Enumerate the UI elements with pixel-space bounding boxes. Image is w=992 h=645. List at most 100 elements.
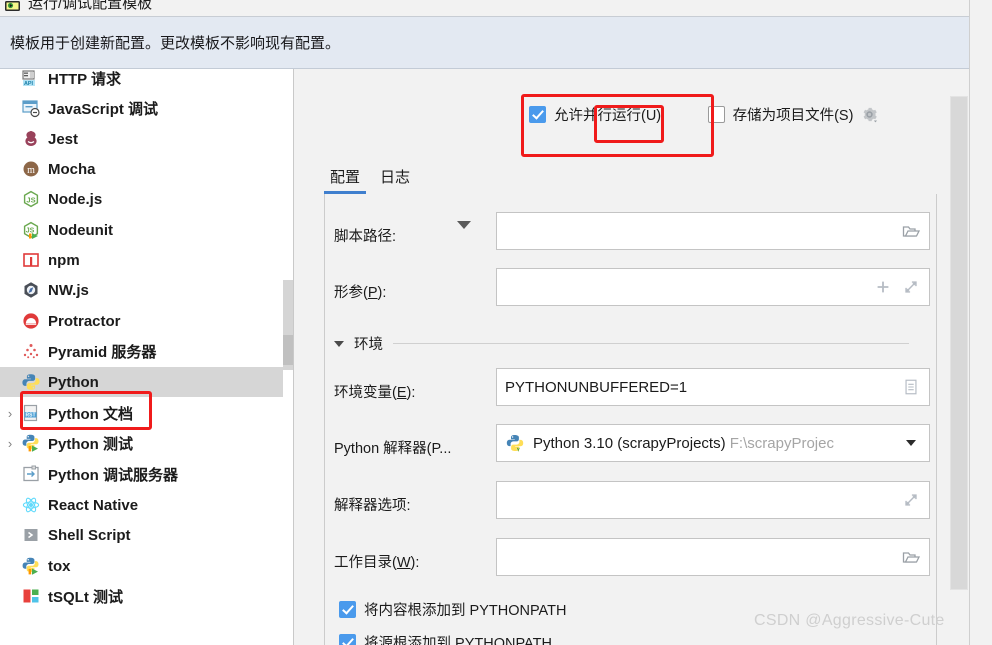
sidebar-item-shell-script[interactable]: Shell Script <box>0 520 293 550</box>
folder-icon[interactable] <box>901 221 921 241</box>
store-as-project-file-label: 存储为项目文件(S) <box>732 108 854 124</box>
window-titlebar: 运行/调试配置模板 <box>0 0 992 17</box>
svg-text:API: API <box>24 81 33 87</box>
python-tests-icon <box>20 433 42 453</box>
script-path-label-row: 脚本路径: <box>334 225 396 246</box>
add-source-roots-checkbox[interactable]: 将源根添加到 PYTHONPATH <box>339 632 552 645</box>
sidebar-item-protractor[interactable]: Protractor <box>0 306 293 336</box>
tsqlt-icon <box>20 586 42 606</box>
sidebar-item-http[interactable]: API HTTP 请求 <box>0 69 293 93</box>
config-tabs[interactable]: 配置 日志 <box>324 161 424 194</box>
add-content-roots-label: 将内容根添加到 PYTHONPATH <box>364 603 567 619</box>
allow-parallel-run-label: 允许并行运行(U) <box>554 108 662 124</box>
store-as-project-file-checkbox[interactable]: 存储为项目文件(S) <box>707 104 879 125</box>
svg-text:JS: JS <box>26 228 35 235</box>
sidebar-item-label: tox <box>48 557 71 575</box>
plus-icon[interactable] <box>873 277 893 297</box>
sidebar-item-tox[interactable]: tox <box>0 551 293 581</box>
sidebar-item-nodeunit[interactable]: JS Nodeunit <box>0 215 293 245</box>
sidebar-item-python[interactable]: › Python 测试 <box>0 428 293 458</box>
sidebar-item-label: Jest <box>48 130 79 148</box>
configuration-form-card <box>324 194 937 645</box>
sidebar-item-python[interactable]: Python <box>0 367 293 397</box>
sidebar-item-pyramid[interactable]: Pyramid 服务器 <box>0 336 293 366</box>
banner-text: 模板用于创建新配置。更改模板不影响现有配置。 <box>10 35 341 52</box>
working-directory-input[interactable] <box>496 538 930 576</box>
run-debug-configuration-templates-dialog: 运行/调试配置模板 模板用于创建新配置。更改模板不影响现有配置。 API HTTP… <box>0 0 992 645</box>
top-options-row: 允许并行运行(U) 存储为项目文件(S) <box>529 104 979 134</box>
sidebar-item-label: JavaScript 调试 <box>48 100 159 118</box>
allow-parallel-run-checkbox-box[interactable] <box>529 106 546 123</box>
svg-text:JS: JS <box>26 196 35 205</box>
python-docs-rst-icon: RST <box>20 403 42 423</box>
sidebar-item-label: Shell Script <box>48 526 131 544</box>
add-source-roots-checkbox-box[interactable] <box>339 634 356 645</box>
list-edit-icon[interactable] <box>901 377 921 397</box>
environment-section-title: 环境 <box>354 337 383 353</box>
sidebar-item-tsqlt[interactable]: tSQLt 测试 <box>0 581 293 611</box>
nodejs-icon: JS <box>20 189 42 209</box>
sidebar-item-label: NW.js <box>48 281 89 299</box>
sidebar-item-label: Nodeunit <box>48 221 113 239</box>
left-scrollbar-thumb-hover[interactable] <box>283 335 293 365</box>
script-path-input[interactable] <box>496 212 930 250</box>
working-directory-label-row: 工作目录(W): <box>334 551 419 572</box>
sidebar-item-javascript[interactable]: JavaScript 调试 <box>0 93 293 123</box>
interpreter-options-input[interactable] <box>496 481 930 519</box>
right-scrollbar-thumb[interactable] <box>950 96 968 590</box>
tab-logs[interactable]: 日志 <box>374 161 416 194</box>
chevron-down-icon[interactable] <box>334 340 344 347</box>
env-vars-label: 环境变量(E): <box>334 385 416 401</box>
store-as-project-file-checkbox-box[interactable] <box>707 106 725 123</box>
svg-text:RST: RST <box>26 412 36 418</box>
tab-configuration[interactable]: 配置 <box>324 161 367 194</box>
sidebar-item-label: Pyramid 服务器 <box>48 343 157 361</box>
script-path-label: 脚本路径: <box>334 229 397 245</box>
interpreter-dropdown[interactable]: Python 3.10 (scrapyProjects) F:\scrapyPr… <box>496 424 930 462</box>
http-request-icon: API <box>20 69 42 88</box>
sidebar-item-jest[interactable]: Jest <box>0 124 293 154</box>
section-divider <box>393 343 909 344</box>
sidebar-item-label: Mocha <box>48 160 96 178</box>
folder-icon[interactable] <box>901 547 921 567</box>
tox-icon <box>20 556 42 576</box>
javascript-debug-icon <box>20 98 42 118</box>
sidebar-item-python[interactable]: › RST Python 文档 <box>0 398 293 428</box>
sidebar-item-nw.js[interactable]: NW.js <box>0 275 293 305</box>
add-content-roots-checkbox-box[interactable] <box>339 601 356 618</box>
env-vars-value: PYTHONUNBUFFERED=1 <box>505 378 688 396</box>
sidebar-item-label: Python <box>48 373 99 391</box>
sidebar-item-react-native[interactable]: React Native <box>0 490 293 520</box>
sidebar-item-node.js[interactable]: JS Node.js <box>0 184 293 214</box>
environment-section-header[interactable]: 环境 <box>334 333 909 354</box>
configuration-details-panel: 允许并行运行(U) 存储为项目文件(S) 配置 日志 脚本路径: 形参(P): … <box>294 69 992 645</box>
script-path-dropdown-arrow[interactable] <box>457 221 471 247</box>
interpreter-options-label: 解释器选项: <box>334 498 411 514</box>
sidebar-item-label: tSQLt 测试 <box>48 588 123 606</box>
chevron-right-icon[interactable]: › <box>0 407 20 420</box>
expand-icon[interactable] <box>901 277 921 297</box>
chevron-down-icon[interactable] <box>901 433 921 453</box>
sidebar-item-python[interactable]: Python 调试服务器 <box>0 459 293 489</box>
parameters-label: 形参(P): <box>334 285 387 301</box>
configuration-type-tree[interactable]: API HTTP 请求 JavaScript 调试 Jest m Mocha JS Node.… <box>0 69 293 645</box>
sidebar-item-npm[interactable]: npm <box>0 245 293 275</box>
add-source-roots-label: 将源根添加到 PYTHONPATH <box>364 636 552 645</box>
chevron-right-icon[interactable]: › <box>0 437 20 450</box>
add-content-roots-checkbox[interactable]: 将内容根添加到 PYTHONPATH <box>339 599 566 620</box>
expand-icon[interactable] <box>901 490 921 510</box>
npm-icon <box>20 250 42 270</box>
sidebar-item-label: Node.js <box>48 190 103 208</box>
parameters-label-row: 形参(P): <box>334 281 386 302</box>
csdn-watermark: CSDN @Aggressive-Cute <box>754 612 945 629</box>
allow-parallel-run-checkbox[interactable]: 允许并行运行(U) <box>529 104 661 125</box>
react-native-icon <box>20 495 42 515</box>
chevron-down-icon[interactable] <box>457 221 471 246</box>
python-icon <box>20 372 42 392</box>
gear-icon[interactable] <box>861 106 878 123</box>
env-vars-input[interactable]: PYTHONUNBUFFERED=1 <box>496 368 930 406</box>
parameters-input[interactable] <box>496 268 930 306</box>
interpreter-value: Python 3.10 (scrapyProjects) F:\scrapyPr… <box>533 434 834 452</box>
sidebar-item-mocha[interactable]: m Mocha <box>0 154 293 184</box>
interpreter-label-row: Python 解释器(P... <box>334 437 451 458</box>
